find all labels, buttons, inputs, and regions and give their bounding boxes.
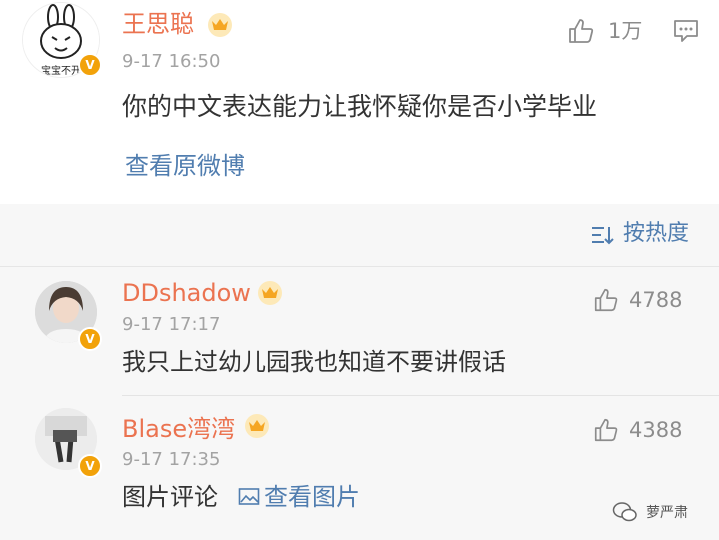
comment-item: V Blase湾湾 9-17 17:35 4388 图片评论 查看图片 萝严肃 xyxy=(0,396,719,540)
watermark: 萝严肃 xyxy=(612,500,712,524)
sort-bar: 按热度 xyxy=(0,204,719,267)
watermark-text: 萝严肃 xyxy=(646,505,688,521)
comment-like-count: 4788 xyxy=(629,288,683,312)
crown-icon xyxy=(245,414,269,438)
view-image-label: 查看图片 xyxy=(264,483,360,511)
image-icon xyxy=(238,488,260,505)
comment-username[interactable]: DDshadow xyxy=(122,279,251,307)
comment-item: V DDshadow 9-17 17:17 4788 我只上过幼儿园我也知道不要… xyxy=(0,267,719,395)
view-original-link[interactable]: 查看原微博 xyxy=(125,152,245,180)
crown-icon xyxy=(208,13,232,37)
comment-timestamp: 9-17 17:17 xyxy=(122,314,221,335)
comment-username[interactable]: Blase湾湾 xyxy=(122,415,235,443)
wechat-icon xyxy=(612,502,637,522)
verified-badge-icon: V xyxy=(78,454,102,478)
comment-text: 图片评论 xyxy=(122,483,218,511)
verified-badge-icon: V xyxy=(78,53,102,77)
comment-icon[interactable] xyxy=(672,18,700,44)
like-button[interactable]: 4788 xyxy=(592,286,692,316)
comment-timestamp: 9-17 17:35 xyxy=(122,449,221,470)
comment-like-count: 4388 xyxy=(629,418,683,442)
crown-icon xyxy=(258,281,282,305)
thumb-up-icon xyxy=(594,418,618,442)
sort-icon xyxy=(592,227,614,245)
post-text: 你的中文表达能力让我怀疑你是否小学毕业 xyxy=(122,92,598,121)
like-button[interactable]: 4388 xyxy=(592,416,692,446)
thumb-up-icon xyxy=(594,288,618,312)
post-username[interactable]: 王思聪 xyxy=(122,10,194,38)
verified-badge-icon: V xyxy=(78,327,102,351)
like-button[interactable]: 1万 xyxy=(566,16,646,48)
sort-by-hot-button[interactable]: 按热度 xyxy=(590,220,700,250)
view-image-link[interactable]: 查看图片 xyxy=(238,482,378,512)
post-timestamp: 9-17 16:50 xyxy=(122,51,221,72)
thumb-up-icon xyxy=(569,19,594,43)
original-post: 宝宝不开 V 王思聪 9-17 16:50 1万 你的中文表达能力让我怀疑你是否… xyxy=(0,0,719,204)
post-like-count: 1万 xyxy=(608,19,643,43)
comment-text: 我只上过幼儿园我也知道不要讲假话 xyxy=(122,348,506,376)
sort-label: 按热度 xyxy=(623,221,690,246)
